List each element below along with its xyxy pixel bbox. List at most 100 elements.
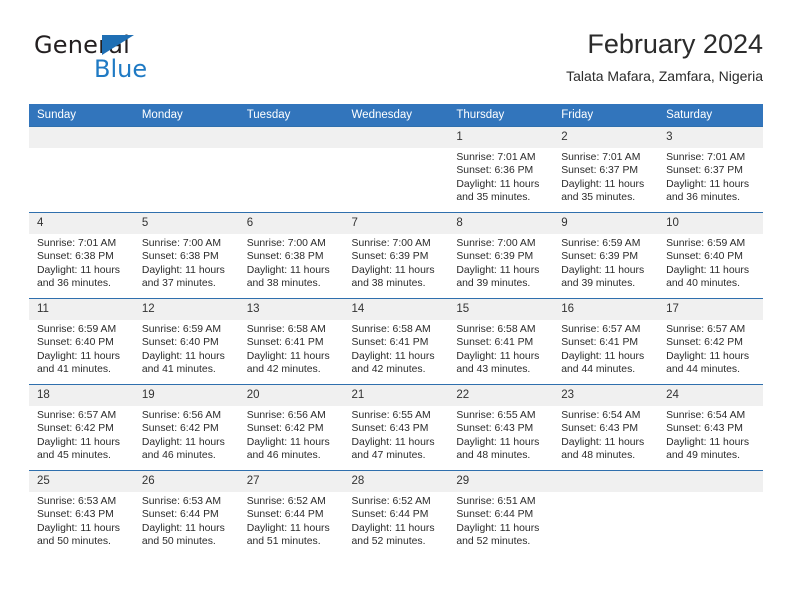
daylight-text: Daylight: 11 hours and 38 minutes. [351, 264, 435, 290]
day-number: 24 [658, 385, 763, 406]
day-number: 10 [658, 213, 763, 234]
calendar-cell-inner [658, 471, 763, 556]
calendar-day-cell[interactable]: 17 Sunrise: 6:57 AM Sunset: 6:42 PM Dayligh… [658, 298, 763, 385]
day-number: 6 [238, 213, 344, 234]
calendar-day-cell[interactable]: 15 Sunrise: 6:58 AM Sunset: 6:41 PM Dayligh… [448, 298, 554, 385]
calendar-day-cell[interactable]: 5 Sunrise: 7:00 AM Sunset: 6:38 PM Daylight… [133, 212, 239, 299]
calendar-cell-empty [658, 470, 763, 556]
calendar-week-row: 18 Sunrise: 6:57 AM Sunset: 6:42 PM Dayligh… [29, 384, 763, 471]
day-details: Sunrise: 6:52 AM Sunset: 6:44 PM Daylight:… [344, 492, 449, 549]
daylight-text: Daylight: 11 hours and 39 minutes. [456, 264, 540, 290]
calendar-week-row: 4 Sunrise: 7:01 AM Sunset: 6:38 PM Daylight… [29, 212, 763, 299]
calendar-day-cell[interactable]: 16 Sunrise: 6:57 AM Sunset: 6:41 PM Dayligh… [553, 298, 659, 385]
day-number: 1 [448, 127, 554, 148]
sunset-text: Sunset: 6:43 PM [351, 423, 429, 435]
calendar-day-cell[interactable]: 12 Sunrise: 6:59 AM Sunset: 6:40 PM Dayligh… [133, 298, 239, 385]
sunset-text: Sunset: 6:41 PM [456, 337, 534, 349]
sunset-text: Sunset: 6:43 PM [37, 509, 114, 521]
calendar-cell-inner: 2 Sunrise: 7:01 AM Sunset: 6:37 PM Daylight… [553, 127, 659, 212]
sunrise-text: Sunrise: 6:51 AM [456, 496, 536, 507]
sunset-text: Sunset: 6:38 PM [37, 251, 114, 263]
weekday-header-sunday: Sunday [29, 104, 134, 127]
weekday-header-saturday: Saturday [658, 104, 763, 127]
calendar-day-cell[interactable]: 8 Sunrise: 7:00 AM Sunset: 6:39 PM Daylight… [448, 212, 554, 299]
day-details: Sunrise: 6:56 AM Sunset: 6:42 PM Daylight:… [239, 406, 344, 463]
day-number [658, 471, 763, 492]
weekday-header-wednesday: Wednesday [343, 104, 449, 127]
calendar-week-row: 25 Sunrise: 6:53 AM Sunset: 6:43 PM Dayligh… [29, 470, 763, 556]
calendar-day-cell[interactable]: 28 Sunrise: 6:52 AM Sunset: 6:44 PM Dayligh… [343, 470, 449, 556]
calendar-cell-inner: 24 Sunrise: 6:54 AM Sunset: 6:43 PM Dayligh… [658, 385, 763, 470]
calendar-day-cell[interactable]: 11 Sunrise: 6:59 AM Sunset: 6:40 PM Dayligh… [29, 298, 134, 385]
calendar-cell-inner: 29 Sunrise: 6:51 AM Sunset: 6:44 PM Dayligh… [448, 471, 554, 556]
calendar-day-cell[interactable]: 27 Sunrise: 6:52 AM Sunset: 6:44 PM Dayligh… [238, 470, 344, 556]
general-blue-logo[interactable]: General Blue [34, 32, 244, 90]
day-number: 2 [553, 127, 659, 148]
calendar-day-cell[interactable]: 19 Sunrise: 6:56 AM Sunset: 6:42 PM Dayligh… [133, 384, 239, 471]
sunset-text: Sunset: 6:39 PM [456, 251, 534, 263]
calendar-day-cell[interactable]: 23 Sunrise: 6:54 AM Sunset: 6:43 PM Dayligh… [553, 384, 659, 471]
daylight-text: Daylight: 11 hours and 44 minutes. [561, 350, 645, 376]
calendar-day-cell[interactable]: 1 Sunrise: 7:01 AM Sunset: 6:36 PM Daylight… [448, 126, 554, 213]
day-number: 17 [658, 299, 763, 320]
calendar-cell-inner: 13 Sunrise: 6:58 AM Sunset: 6:41 PM Dayligh… [238, 299, 344, 384]
sunset-text: Sunset: 6:42 PM [141, 423, 219, 435]
calendar-day-cell[interactable]: 18 Sunrise: 6:57 AM Sunset: 6:42 PM Dayligh… [29, 384, 134, 471]
day-details: Sunrise: 6:58 AM Sunset: 6:41 PM Daylight:… [344, 320, 449, 377]
day-number: 15 [448, 299, 554, 320]
calendar-day-cell[interactable]: 26 Sunrise: 6:53 AM Sunset: 6:44 PM Dayligh… [133, 470, 239, 556]
weekday-header-thursday: Thursday [448, 104, 554, 127]
sunset-text: Sunset: 6:43 PM [561, 423, 639, 435]
daylight-text: Daylight: 11 hours and 39 minutes. [561, 264, 645, 290]
page-title: February 2024 [587, 29, 763, 59]
day-number: 22 [448, 385, 554, 406]
calendar-cell-inner: 23 Sunrise: 6:54 AM Sunset: 6:43 PM Dayligh… [553, 385, 659, 470]
sunset-text: Sunset: 6:41 PM [351, 337, 429, 349]
day-details: Sunrise: 6:53 AM Sunset: 6:44 PM Daylight:… [134, 492, 239, 549]
calendar-cell-inner [343, 127, 449, 212]
day-number: 7 [343, 213, 449, 234]
calendar-day-cell[interactable]: 29 Sunrise: 6:51 AM Sunset: 6:44 PM Dayligh… [448, 470, 554, 556]
calendar-cell-inner: 6 Sunrise: 7:00 AM Sunset: 6:38 PM Daylight… [238, 213, 344, 298]
day-number [29, 127, 134, 148]
sunrise-text: Sunrise: 6:56 AM [246, 410, 326, 421]
calendar-day-cell[interactable]: 3 Sunrise: 7:01 AM Sunset: 6:37 PM Daylight… [658, 126, 763, 213]
sunset-text: Sunset: 6:40 PM [666, 251, 743, 263]
calendar-day-cell[interactable]: 21 Sunrise: 6:55 AM Sunset: 6:43 PM Dayligh… [343, 384, 449, 471]
day-number: 19 [133, 385, 239, 406]
weekday-header-row: Sunday Monday Tuesday Wednesday Thursday… [29, 104, 763, 127]
sunrise-text: Sunrise: 7:01 AM [561, 152, 641, 163]
daylight-text: Daylight: 11 hours and 37 minutes. [141, 264, 225, 290]
sunset-text: Sunset: 6:41 PM [246, 337, 324, 349]
day-details: Sunrise: 6:57 AM Sunset: 6:42 PM Daylight:… [29, 406, 134, 463]
calendar-day-cell[interactable]: 4 Sunrise: 7:01 AM Sunset: 6:38 PM Daylight… [29, 212, 134, 299]
day-details: Sunrise: 6:58 AM Sunset: 6:41 PM Daylight:… [448, 320, 553, 377]
calendar-cell-inner: 3 Sunrise: 7:01 AM Sunset: 6:37 PM Daylight… [658, 127, 763, 212]
daylight-text: Daylight: 11 hours and 50 minutes. [141, 522, 225, 548]
calendar-cell-inner: 18 Sunrise: 6:57 AM Sunset: 6:42 PM Dayligh… [29, 385, 134, 470]
calendar-day-cell[interactable]: 13 Sunrise: 6:58 AM Sunset: 6:41 PM Dayligh… [238, 298, 344, 385]
calendar-day-cell[interactable]: 14 Sunrise: 6:58 AM Sunset: 6:41 PM Dayligh… [343, 298, 449, 385]
day-details: Sunrise: 7:01 AM Sunset: 6:37 PM Daylight:… [658, 148, 763, 205]
sunrise-text: Sunrise: 7:00 AM [351, 238, 431, 249]
calendar-day-cell[interactable]: 7 Sunrise: 7:00 AM Sunset: 6:39 PM Daylight… [343, 212, 449, 299]
page-subtitle: Talata Mafara, Zamfara, Nigeria [566, 68, 763, 84]
calendar-day-cell[interactable]: 22 Sunrise: 6:55 AM Sunset: 6:43 PM Dayligh… [448, 384, 554, 471]
sunrise-text: Sunrise: 7:01 AM [37, 238, 117, 249]
day-number: 21 [343, 385, 449, 406]
calendar-day-cell[interactable]: 2 Sunrise: 7:01 AM Sunset: 6:37 PM Daylight… [553, 126, 659, 213]
sunset-text: Sunset: 6:44 PM [141, 509, 219, 521]
calendar-day-cell[interactable]: 10 Sunrise: 6:59 AM Sunset: 6:40 PM Dayligh… [658, 212, 763, 299]
page-header: General Blue February 2024 Talata Mafara… [29, 28, 763, 96]
calendar-day-cell[interactable]: 6 Sunrise: 7:00 AM Sunset: 6:38 PM Daylight… [238, 212, 344, 299]
day-number: 9 [553, 213, 659, 234]
sunset-text: Sunset: 6:44 PM [456, 509, 534, 521]
calendar-day-cell[interactable]: 24 Sunrise: 6:54 AM Sunset: 6:43 PM Dayligh… [658, 384, 763, 471]
sunset-text: Sunset: 6:41 PM [561, 337, 639, 349]
sunrise-text: Sunrise: 7:00 AM [246, 238, 326, 249]
calendar-day-cell[interactable]: 20 Sunrise: 6:56 AM Sunset: 6:42 PM Dayligh… [238, 384, 344, 471]
calendar-cell-empty [29, 126, 134, 213]
sunrise-text: Sunrise: 6:57 AM [666, 324, 746, 335]
calendar-day-cell[interactable]: 9 Sunrise: 6:59 AM Sunset: 6:39 PM Daylight… [553, 212, 659, 299]
calendar-day-cell[interactable]: 25 Sunrise: 6:53 AM Sunset: 6:43 PM Dayligh… [29, 470, 134, 556]
